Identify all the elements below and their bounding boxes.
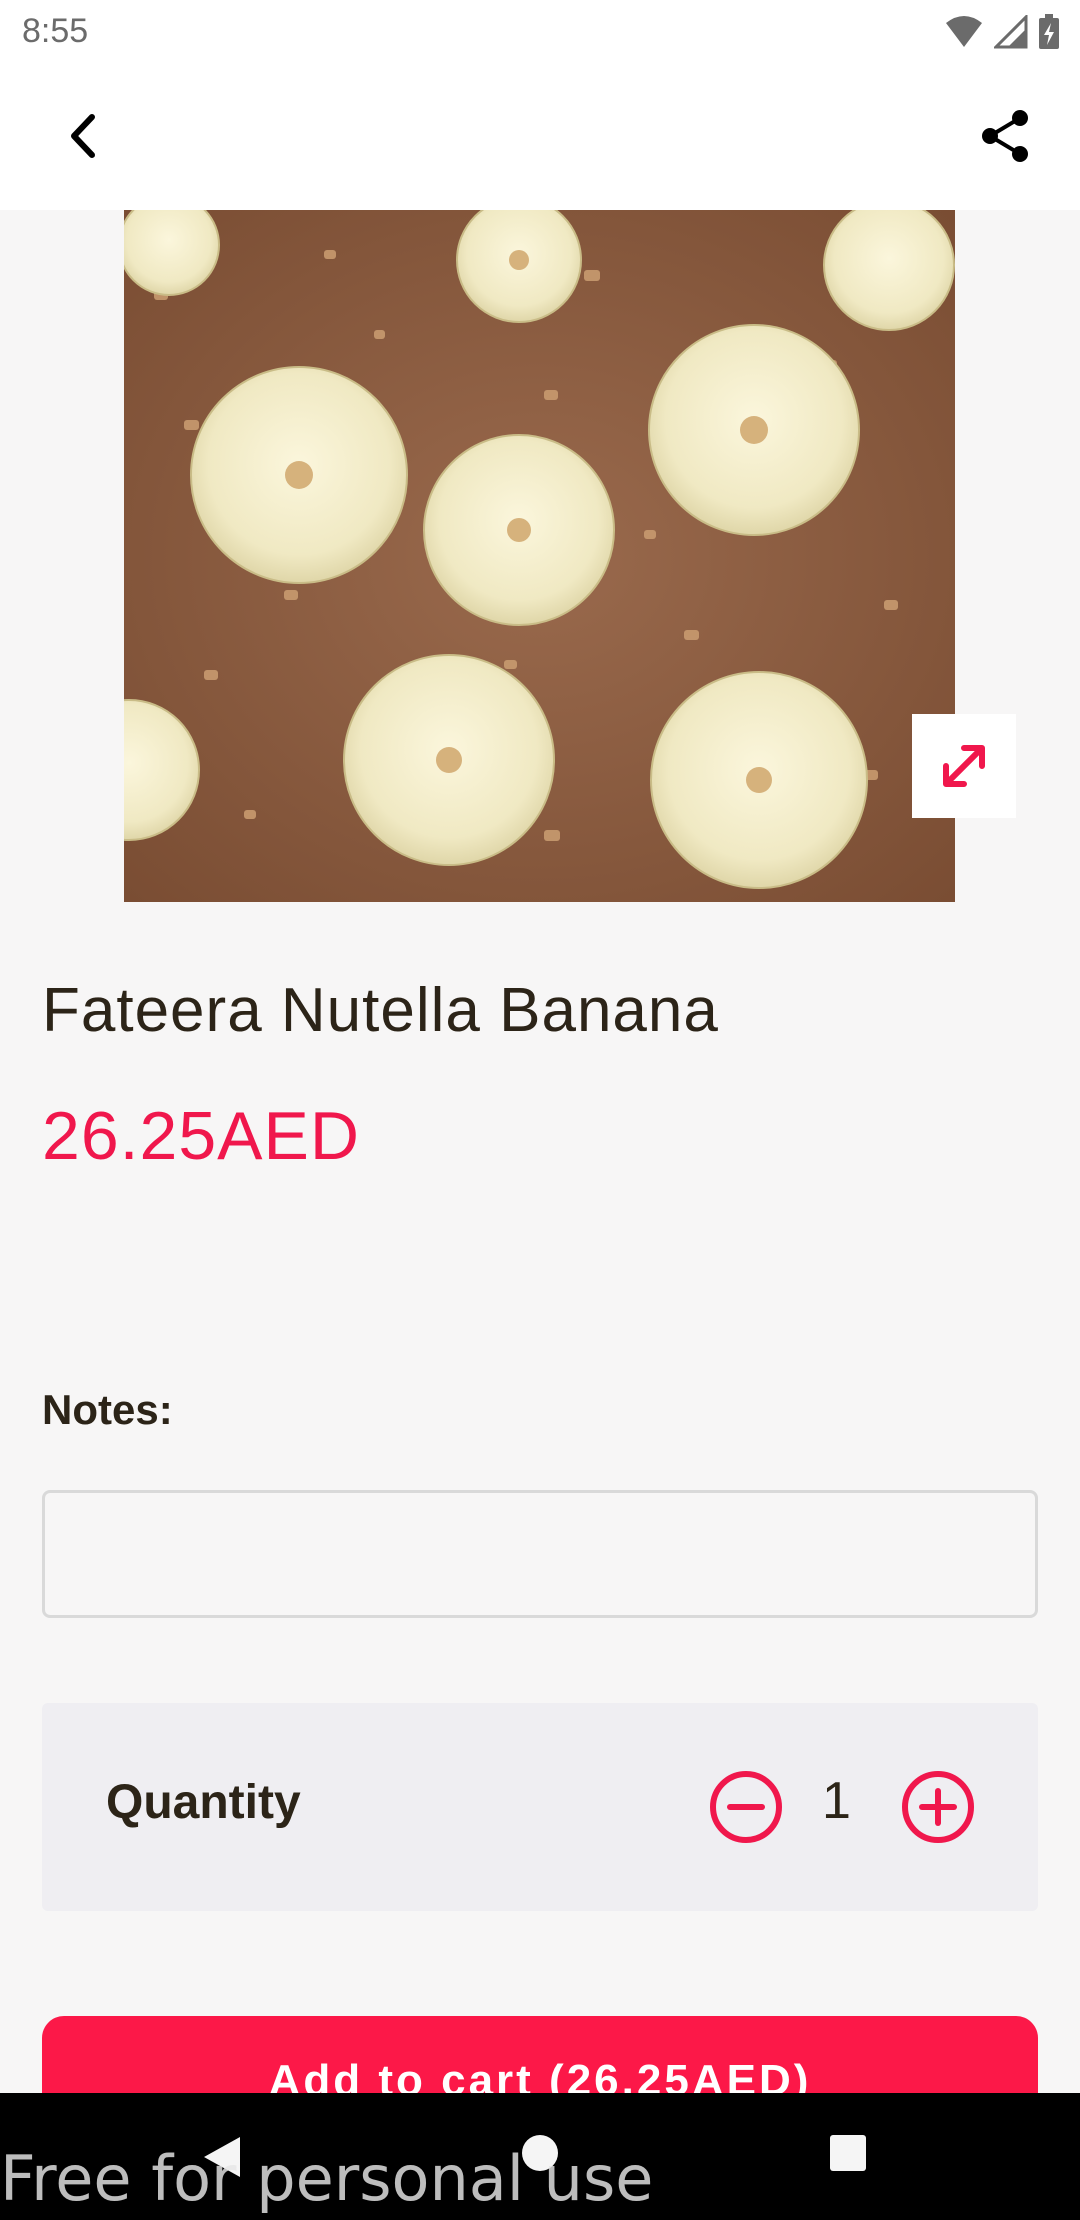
status-icons	[944, 14, 1060, 50]
notes-label: Notes:	[42, 1386, 173, 1433]
back-button[interactable]	[36, 88, 132, 184]
expand-icon	[943, 745, 985, 787]
watermark-text: Free for personal use	[0, 2142, 654, 2215]
battery-charging-icon	[1039, 14, 1059, 49]
nav-recents-icon[interactable]	[830, 2135, 866, 2171]
product-price: 26.25AED	[42, 1098, 360, 1174]
product-title: Fateera Nutella Banana	[42, 976, 719, 1045]
status-bar: 8:55	[0, 0, 1080, 64]
minus-circle-icon	[710, 1771, 782, 1843]
cellular-signal-icon	[994, 15, 1028, 49]
quantity-increase-button[interactable]	[900, 1769, 976, 1845]
expand-image-button[interactable]	[912, 714, 1016, 818]
quantity-panel: Quantity 1	[42, 1703, 1038, 1911]
quantity-label: Quantity	[106, 1776, 301, 1829]
share-icon	[982, 110, 1028, 162]
notes-input[interactable]	[42, 1490, 1038, 1618]
status-time: 8:55	[22, 12, 89, 50]
plus-circle-icon	[902, 1771, 974, 1843]
quantity-value: 1	[822, 1772, 851, 1830]
app-bar	[0, 64, 1080, 210]
quantity-decrease-button[interactable]	[708, 1769, 784, 1845]
wifi-icon	[946, 16, 982, 47]
product-detail-screen: 8:55 Fateera Nutella Banana 26.25AED Not…	[0, 0, 1080, 2220]
share-button[interactable]	[958, 88, 1054, 184]
product-photo	[124, 210, 955, 902]
chevron-left-icon	[71, 114, 95, 158]
product-image[interactable]	[124, 210, 955, 902]
